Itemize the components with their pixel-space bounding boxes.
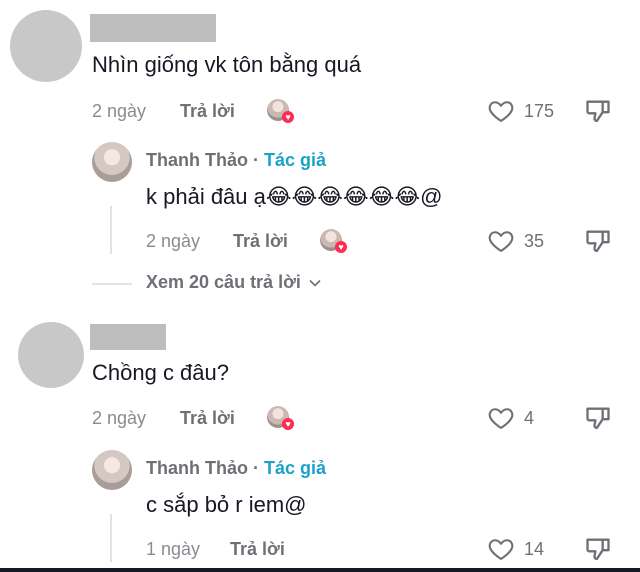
- heart-badge-icon: ♥: [282, 418, 294, 430]
- thread-line: [110, 514, 112, 562]
- reply-author-line: Thanh Thảo · Tác giả: [146, 458, 326, 479]
- comment-time: 2 ngày: [92, 408, 147, 428]
- reply-time: 2 ngày: [146, 231, 201, 251]
- view-more-replies[interactable]: Xem 20 câu trả lời: [146, 272, 322, 293]
- like-count: 14: [524, 539, 545, 559]
- author-liked-badge: ♥: [267, 99, 297, 125]
- thumbs-down-icon: [586, 538, 610, 561]
- heart-badge-icon: ♥: [282, 111, 294, 123]
- author-name[interactable]: Thanh Thảo: [146, 458, 248, 478]
- heart-outline-icon: [488, 231, 514, 252]
- author-avatar[interactable]: [92, 450, 132, 490]
- separator: ·: [248, 458, 264, 478]
- thread-line: [110, 206, 112, 254]
- author-tag: Tác giả: [264, 150, 327, 170]
- reply-button[interactable]: Trả lời: [233, 231, 288, 252]
- reply-button[interactable]: Trả lời: [180, 101, 235, 122]
- dislike-button[interactable]: [584, 404, 614, 434]
- reply-time: 1 ngày: [146, 539, 201, 559]
- separator: ·: [248, 150, 264, 170]
- dislike-button[interactable]: [584, 535, 614, 565]
- thumbs-down-icon: [586, 100, 610, 123]
- like-count: 175: [524, 101, 555, 121]
- author-name[interactable]: Thanh Thảo: [146, 150, 248, 170]
- like-count: 4: [524, 408, 535, 428]
- heart-outline-icon: [488, 539, 514, 560]
- thumbs-down-icon: [586, 230, 610, 253]
- chevron-down-icon: [309, 280, 321, 287]
- thumbs-down-icon: [586, 407, 610, 430]
- redacted-username[interactable]: [90, 324, 166, 350]
- comment-text: Chồng c đâu?: [92, 360, 229, 385]
- bottom-edge-bar: [0, 568, 640, 572]
- dislike-button[interactable]: [584, 227, 614, 257]
- reply-author-line: Thanh Thảo · Tác giả: [146, 150, 326, 171]
- like-count: 35: [524, 231, 545, 251]
- commenter-avatar[interactable]: [18, 322, 84, 388]
- like-button[interactable]: 35: [486, 227, 556, 257]
- heart-outline-icon: [488, 101, 514, 122]
- reply-text: k phải đâu ạ😂😂😂😂😂😂@: [146, 184, 443, 209]
- comment-text: Nhìn giống vk tôn bằng quá: [92, 52, 362, 77]
- like-button[interactable]: 175: [486, 97, 556, 127]
- reply-button[interactable]: Trả lời: [180, 408, 235, 429]
- reply-text: c sắp bỏ r iem@: [146, 492, 307, 517]
- heart-outline-icon: [488, 408, 514, 429]
- redacted-username[interactable]: [90, 14, 216, 42]
- author-liked-badge: ♥: [267, 406, 297, 432]
- author-avatar[interactable]: [92, 142, 132, 182]
- view-more-line: [92, 283, 132, 285]
- commenter-avatar[interactable]: [10, 10, 82, 82]
- comment-time: 2 ngày: [92, 101, 147, 121]
- author-liked-badge: ♥: [320, 229, 350, 255]
- view-more-label: Xem 20 câu trả lời: [146, 272, 301, 292]
- like-button[interactable]: 4: [486, 404, 556, 434]
- like-button[interactable]: 14: [486, 535, 556, 565]
- dislike-button[interactable]: [584, 97, 614, 127]
- reply-button[interactable]: Trả lời: [230, 539, 285, 560]
- author-tag: Tác giả: [264, 458, 327, 478]
- heart-badge-icon: ♥: [335, 241, 347, 253]
